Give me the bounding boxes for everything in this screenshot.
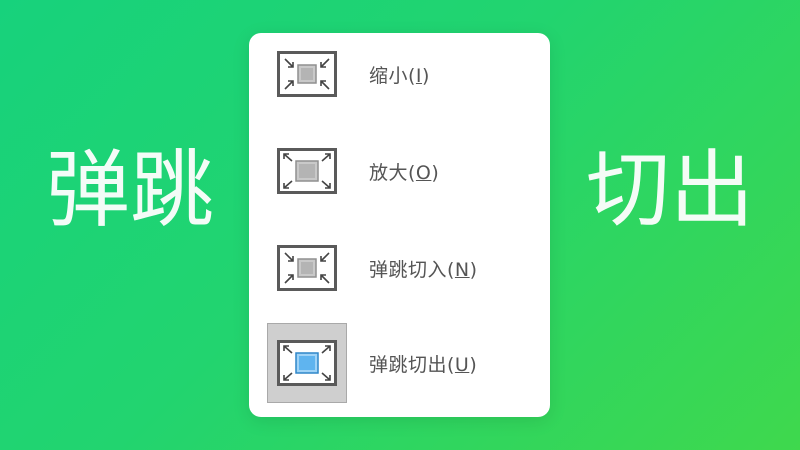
menu-item-enlarge[interactable]: 放大(O) bbox=[267, 132, 529, 210]
menu-item-label: 缩小(I) bbox=[369, 64, 430, 87]
menu-item-shrink[interactable]: 缩小(I) bbox=[267, 35, 529, 113]
menu-item-label: 弹跳切出(U) bbox=[369, 353, 478, 376]
shrink-icon bbox=[267, 34, 347, 114]
bounce-out-icon bbox=[267, 323, 347, 403]
transition-effect-menu: 缩小(I) 放大(O) 弹跳切入(N) 弹跳切出(U) bbox=[249, 33, 550, 417]
menu-item-label: 放大(O) bbox=[369, 161, 440, 184]
background-title-right: 切出 bbox=[585, 141, 754, 239]
bounce-in-icon bbox=[267, 228, 347, 308]
background-title-left: 弹跳 bbox=[46, 141, 215, 239]
enlarge-icon bbox=[267, 131, 347, 211]
menu-item-label: 弹跳切入(N) bbox=[369, 258, 478, 281]
menu-item-bounce-out[interactable]: 弹跳切出(U) bbox=[267, 323, 529, 403]
menu-item-bounce-in[interactable]: 弹跳切入(N) bbox=[267, 229, 529, 307]
